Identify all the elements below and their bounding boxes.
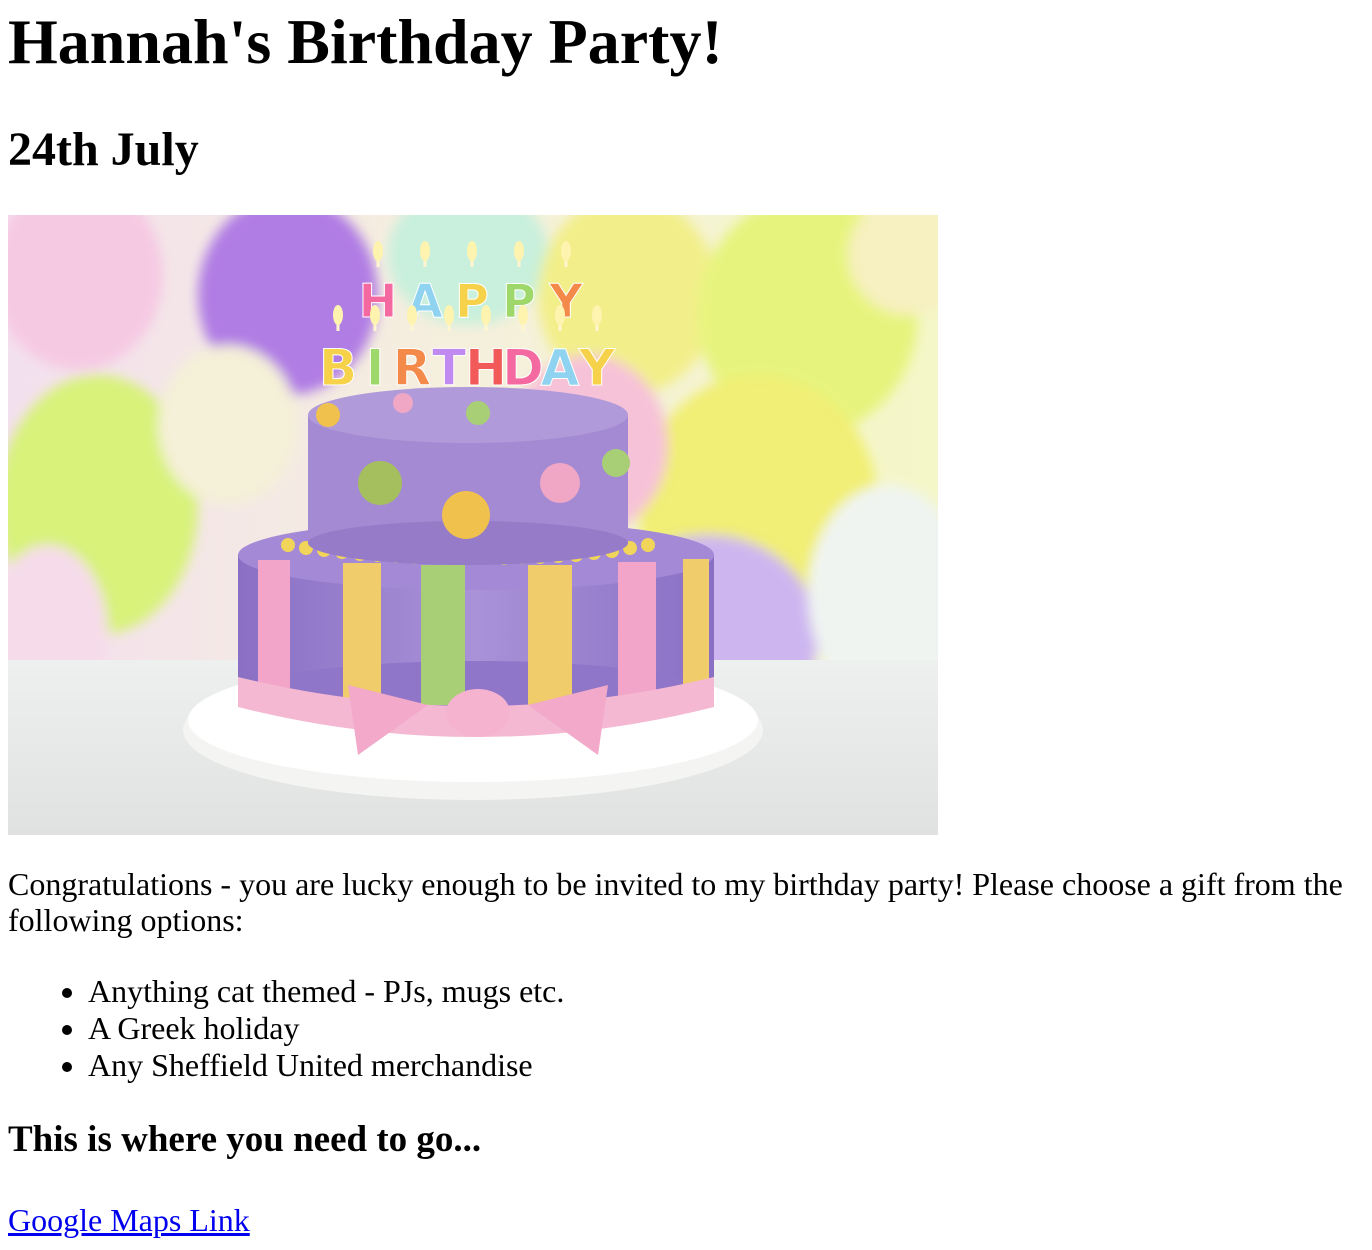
- birthday-cake-illustration: HAPPY B I R T HDA Y: [8, 215, 938, 835]
- candle-flame: [420, 241, 430, 261]
- location-heading: This is where you need to go...: [8, 1119, 482, 1160]
- candle-flame: [370, 305, 380, 325]
- candle-flame: [467, 241, 477, 261]
- candle-letter: B: [319, 339, 357, 397]
- page-title: Hannah's Birthday Party!: [8, 6, 723, 77]
- candle-flame: [561, 241, 571, 261]
- candle-flame: [555, 305, 565, 325]
- invitation-page: Hannah's Birthday Party! 24th July H A P…: [0, 0, 1372, 1250]
- candle-flame: [481, 305, 491, 325]
- candle-letter: A: [541, 339, 580, 397]
- gift-options-list: Anything cat themed - PJs, mugs etc. A G…: [8, 973, 564, 1084]
- candle-flame: [514, 241, 524, 261]
- invitation-intro: Congratulations - you are lucky enough t…: [8, 866, 1343, 938]
- candle-letter: R: [393, 339, 432, 397]
- candle-flame: [373, 241, 383, 261]
- gift-option: A Greek holiday: [88, 1010, 564, 1047]
- candle-flame: [518, 305, 528, 325]
- google-maps-link[interactable]: Google Maps Link: [8, 1200, 250, 1240]
- party-date: 24th July: [8, 123, 199, 176]
- candle-flame: [333, 305, 343, 325]
- candle-letter: I: [366, 339, 385, 397]
- birthday-cake-image: HAPPY BIRTHDAY: [8, 215, 938, 835]
- gift-option: Anything cat themed - PJs, mugs etc.: [88, 973, 564, 1010]
- candle-letter: Y: [578, 339, 616, 397]
- candle-flame: [444, 305, 454, 325]
- candle-letter: D: [502, 339, 544, 397]
- candle-letter: T: [432, 339, 466, 397]
- candle-flame: [592, 305, 602, 325]
- candle-letter: H: [465, 339, 507, 397]
- candle-letter: Y: [548, 274, 583, 328]
- gift-option: Any Sheffield United merchandise: [88, 1047, 564, 1084]
- candle-flame: [407, 305, 417, 325]
